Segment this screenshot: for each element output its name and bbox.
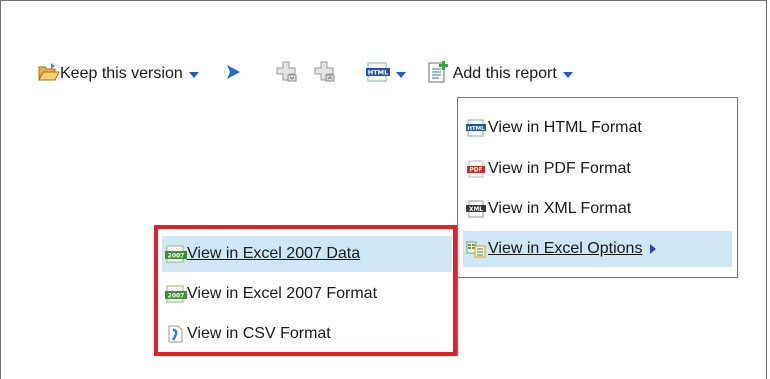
svg-text:2007: 2007 (168, 292, 185, 299)
excel-2007-icon: 2007 (165, 245, 187, 263)
html-format-icon: HTML (365, 62, 390, 87)
menu-item-view-xml[interactable]: XML View in XML Format (463, 191, 732, 227)
add-field-icon (276, 61, 298, 88)
run-button[interactable] (224, 63, 242, 86)
svg-text:2007: 2007 (168, 252, 185, 259)
add-report-label: Add this report (452, 65, 557, 82)
excel-2007-icon: 2007 (165, 285, 187, 303)
menu-item-csv-format[interactable]: View in CSV Format (162, 316, 452, 352)
report-toolbar: Keep this version HTML Add this report (38, 60, 573, 89)
chevron-down-icon[interactable] (188, 71, 199, 78)
menu-item-excel-2007-data[interactable]: 2007 View in Excel 2007 Data (162, 236, 452, 272)
keep-version-button[interactable]: Keep this version (38, 62, 199, 87)
svg-text:PDF: PDF (469, 168, 482, 174)
html-file-icon: HTML (466, 119, 486, 137)
add-report-icon (426, 60, 450, 89)
menu-item-view-excel-options[interactable]: View in Excel Options (463, 231, 732, 267)
chevron-right-icon (650, 244, 657, 254)
chevron-down-icon[interactable] (562, 71, 573, 78)
csv-file-icon (165, 325, 185, 343)
chevron-down-icon[interactable] (395, 71, 406, 78)
add-report-button[interactable]: Add this report (426, 60, 573, 89)
menu-item-view-pdf[interactable]: PDF View in PDF Format (463, 151, 732, 187)
keep-version-label: Keep this version (60, 65, 183, 82)
svg-text:XML: XML (469, 207, 483, 213)
excel-options-icon (466, 240, 486, 258)
excel-options-submenu: 2007 View in Excel 2007 Data 2007 View i… (156, 227, 458, 356)
view-format-button[interactable]: HTML (365, 62, 406, 87)
menu-item-view-html[interactable]: HTML View in HTML Format (463, 110, 732, 146)
menu-item-excel-2007-format[interactable]: 2007 View in Excel 2007 Format (162, 276, 452, 312)
play-icon (224, 63, 242, 86)
view-format-menu: HTML View in HTML Format PDF View in PDF… (457, 97, 738, 278)
remove-field-button[interactable] (314, 61, 336, 88)
pdf-file-icon: PDF (466, 160, 486, 178)
svg-text:HTML: HTML (467, 126, 485, 132)
svg-text:HTML: HTML (367, 68, 387, 76)
add-field-button[interactable] (276, 61, 298, 88)
xml-file-icon: XML (466, 200, 486, 218)
folder-open-icon (38, 62, 60, 87)
remove-field-icon (314, 61, 336, 88)
